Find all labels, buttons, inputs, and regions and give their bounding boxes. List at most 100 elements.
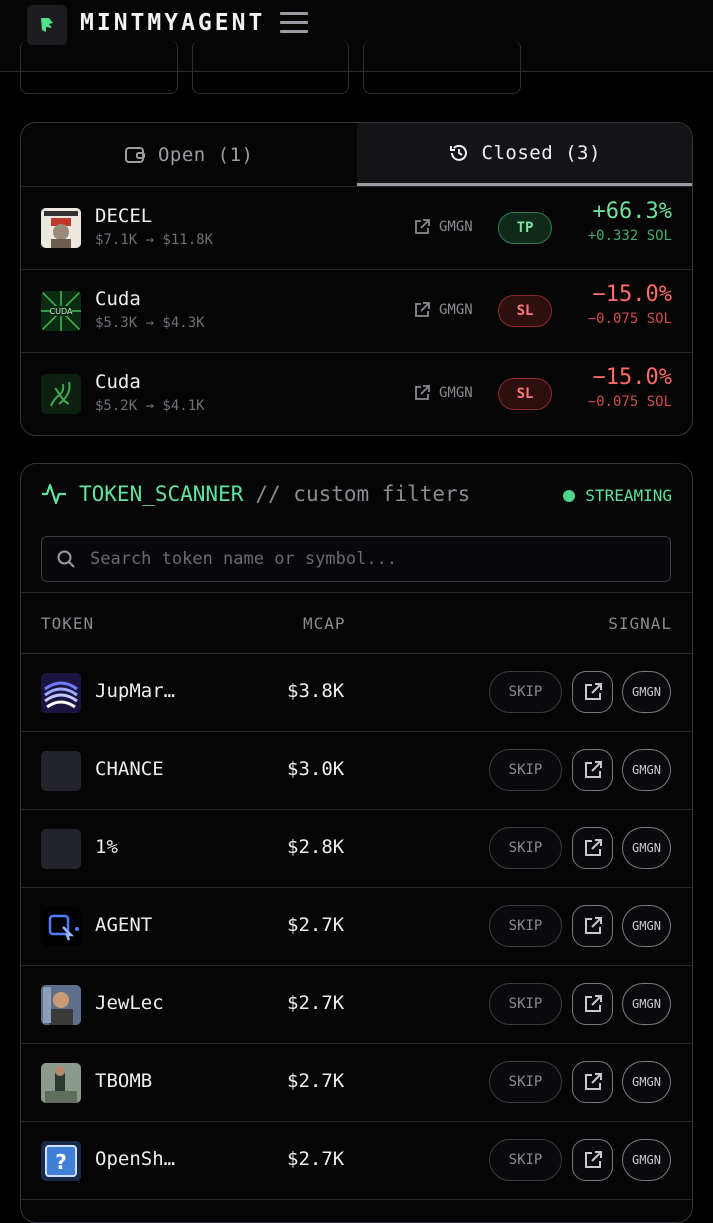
external-link-icon [584, 1151, 602, 1168]
position-row[interactable]: Cuda $5.2K → $4.1K GMGN SL −15.0% −0.075… [21, 353, 692, 435]
token-avatar [41, 374, 81, 414]
mcap-range: $7.1K → $11.8K [95, 232, 214, 248]
skip-button[interactable]: SKIP [489, 749, 562, 791]
token-row[interactable]: 1% $2.8K SKIP GMGN [21, 810, 692, 888]
token-avatar: CUDA [41, 291, 81, 331]
token-mcap: $2.8K [287, 836, 345, 858]
hamburger-menu-icon[interactable] [280, 12, 308, 38]
token-name: JewLec [95, 992, 164, 1014]
external-link-icon [584, 1073, 602, 1090]
pnl-sol: −0.075 SOL [587, 311, 672, 327]
skip-button[interactable]: SKIP [489, 1061, 562, 1103]
token-name: Cuda [95, 288, 141, 310]
stop-loss-badge: SL [498, 378, 552, 410]
external-link-icon [415, 385, 430, 400]
gmgn-link[interactable]: GMGN [413, 218, 473, 236]
streaming-label: STREAMING [585, 486, 672, 505]
pnl-percent: −15.0% [592, 282, 672, 307]
pnl-sol: +0.332 SOL [587, 228, 672, 244]
external-link-button[interactable] [572, 1061, 613, 1103]
token-row[interactable]: AGENT $2.7K SKIP GMGN [21, 888, 692, 966]
tab-open[interactable]: Open (1) [21, 123, 357, 186]
pnl: +66.3% +0.332 SOL [588, 199, 672, 244]
position-row[interactable]: CUDA Cuda $5.3K → $4.3K GMGN SL −15.0% −… [21, 270, 692, 353]
column-signal: SIGNAL [608, 614, 672, 633]
skip-button[interactable]: SKIP [489, 905, 562, 947]
external-link-button[interactable] [572, 671, 613, 713]
streaming-status: STREAMING [563, 486, 672, 505]
scanner-title-text: TOKEN_SCANNER [79, 482, 244, 506]
logo[interactable] [27, 5, 67, 45]
gmgn-link[interactable]: GMGN [413, 384, 473, 402]
column-mcap: MCAP [303, 614, 346, 633]
external-link-button[interactable] [572, 827, 613, 869]
token-name: 1% [95, 836, 118, 858]
external-link-icon [584, 761, 602, 778]
position-row[interactable]: DECEL $7.1K → $11.8K GMGN TP +66.3% +0.3… [21, 187, 692, 270]
token-name: CHANCE [95, 758, 164, 780]
external-link-button[interactable] [572, 905, 613, 947]
token-mcap: $2.7K [287, 992, 345, 1014]
gmgn-button[interactable]: GMGN [622, 1061, 671, 1103]
skip-button[interactable]: SKIP [489, 827, 562, 869]
skip-button[interactable]: SKIP [489, 671, 562, 713]
gmgn-label: GMGN [439, 385, 473, 401]
tab-closed-label: Closed (3) [481, 142, 601, 164]
token-avatar [41, 829, 81, 869]
search-input[interactable] [90, 549, 670, 569]
external-link-icon [415, 302, 430, 317]
gmgn-link[interactable]: GMGN [413, 301, 473, 319]
external-link-icon [584, 995, 602, 1012]
token-avatar [41, 907, 81, 947]
token-name: TBOMB [95, 1070, 153, 1092]
stat-card [363, 40, 521, 94]
token-avatar [41, 673, 81, 713]
token-row[interactable]: JupMar… $3.8K SKIP GMGN [21, 654, 692, 732]
tab-open-label: Open (1) [157, 143, 254, 166]
token-row[interactable]: ? OpenSh… $2.7K SKIP GMGN [21, 1122, 692, 1200]
gmgn-button[interactable]: GMGN [622, 1139, 671, 1181]
scanner-header: TOKEN_SCANNER // custom filters STREAMIN… [21, 464, 692, 526]
external-link-button[interactable] [572, 983, 613, 1025]
pnl-sol: −0.075 SOL [587, 394, 672, 410]
token-avatar [41, 208, 81, 248]
token-mcap: $2.7K [287, 1070, 345, 1092]
gmgn-button[interactable]: GMGN [622, 905, 671, 947]
token-name: JupMar… [95, 680, 176, 702]
token-avatar [41, 751, 81, 791]
positions-tabs: Open (1) Closed (3) [21, 123, 692, 187]
token-list: JupMar… $3.8K SKIP GMGN CHANCE $3.0K SKIP GMGN 1… [21, 654, 692, 1200]
token-row[interactable]: JewLec $2.7K SKIP GMGN [21, 966, 692, 1044]
skip-button[interactable]: SKIP [489, 1139, 562, 1181]
search-icon [57, 550, 75, 568]
token-row[interactable]: TBOMB $2.7K SKIP GMGN [21, 1044, 692, 1122]
token-mcap: $3.0K [287, 758, 345, 780]
gmgn-button[interactable]: GMGN [622, 671, 671, 713]
take-profit-badge: TP [498, 212, 552, 244]
token-avatar: ? [41, 1141, 81, 1181]
token-avatar [41, 985, 81, 1025]
tab-closed[interactable]: Closed (3) [356, 123, 692, 186]
skip-button[interactable]: SKIP [489, 983, 562, 1025]
stat-card [20, 40, 178, 94]
history-icon [449, 144, 467, 161]
wallet-icon [124, 146, 145, 163]
token-row[interactable]: CHANCE $3.0K SKIP GMGN [21, 732, 692, 810]
gmgn-button[interactable]: GMGN [622, 749, 671, 791]
token-scanner-panel: TOKEN_SCANNER // custom filters STREAMIN… [20, 463, 693, 1223]
token-name: OpenSh… [95, 1148, 176, 1170]
gmgn-button[interactable]: GMGN [622, 827, 671, 869]
activity-icon [42, 483, 66, 505]
stop-loss-badge: SL [498, 295, 552, 327]
search-box[interactable] [41, 536, 671, 582]
mcap-range: $5.3K → $4.3K [95, 315, 205, 331]
svg-text:CUDA: CUDA [50, 307, 73, 316]
external-link-icon [584, 683, 602, 700]
gmgn-label: GMGN [439, 302, 473, 318]
external-link-icon [584, 917, 602, 934]
token-name: AGENT [95, 914, 153, 936]
external-link-button[interactable] [572, 749, 613, 791]
gmgn-button[interactable]: GMGN [622, 983, 671, 1025]
pnl: −15.0% −0.075 SOL [588, 365, 672, 410]
external-link-button[interactable] [572, 1139, 613, 1181]
